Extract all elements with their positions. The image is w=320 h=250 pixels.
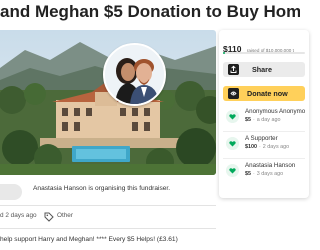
donor-time: a day ago [256,117,281,123]
separator-dot: · [253,117,255,123]
share-button[interactable]: Share [223,62,305,77]
progress-fill [223,52,225,54]
mansion-photo [0,30,216,175]
donor-item: Anastasia Hanson $5 · 3 days ago [223,162,309,184]
couple-photo [103,43,166,106]
meta-row: d 2 days ago Other [0,212,216,222]
separator-dot: · [253,171,255,177]
organiser-avatar-icon [0,184,22,200]
category-link[interactable]: Other [57,212,73,219]
organiser-row: Anastasia Hanson is organising this fund… [0,181,216,203]
share-icon [228,64,239,75]
organiser-text: Anastasia Hanson is organising this fund… [33,185,171,192]
progress-bar [223,52,305,54]
donor-time: 3 days ago [256,171,284,177]
donor-amount: $5 [245,117,251,123]
donor-amount: $100 [245,144,257,150]
donor-heart-icon [226,164,239,177]
donor-name: A Supporter [245,135,278,142]
couple-photo-icon [105,45,164,104]
divider [0,228,216,229]
donor-time: 2 days ago [262,144,290,150]
donation-sidebar: $110 raised of $10,000,000 t Share Donat… [219,30,309,198]
donate-label: Donate now [247,89,288,98]
donor-item: Anonymous Anonymo $5 · a day ago [223,108,309,130]
tag-icon [44,212,54,222]
donor-heart-icon [226,137,239,150]
donor-meta: $5 · a day ago [245,117,280,123]
created-date: d 2 days ago [0,212,37,219]
share-label: Share [252,65,272,74]
donate-icon [228,88,239,99]
separator-dot: · [259,144,261,150]
fundraiser-description: help support Harry and Meghan! **** Ever… [0,236,178,243]
hero-image [0,30,216,175]
page-title: and Meghan $5 Donation to Buy Home (£3.6… [0,2,300,21]
raised-summary: $110 raised of $10,000,000 t [223,39,294,57]
donate-button[interactable]: Donate now [223,86,305,101]
donor-amount: $5 [245,171,251,177]
donor-name: Anonymous Anonymo [245,108,306,115]
donor-meta: $5 · 3 days ago [245,171,283,177]
donor-item: A Supporter $100 · 2 days ago [223,135,309,157]
donor-heart-icon [226,110,239,123]
divider [223,158,305,159]
donor-meta: $100 · 2 days ago [245,144,289,150]
divider [0,205,216,206]
divider [223,131,305,132]
donor-name: Anastasia Hanson [245,162,296,169]
